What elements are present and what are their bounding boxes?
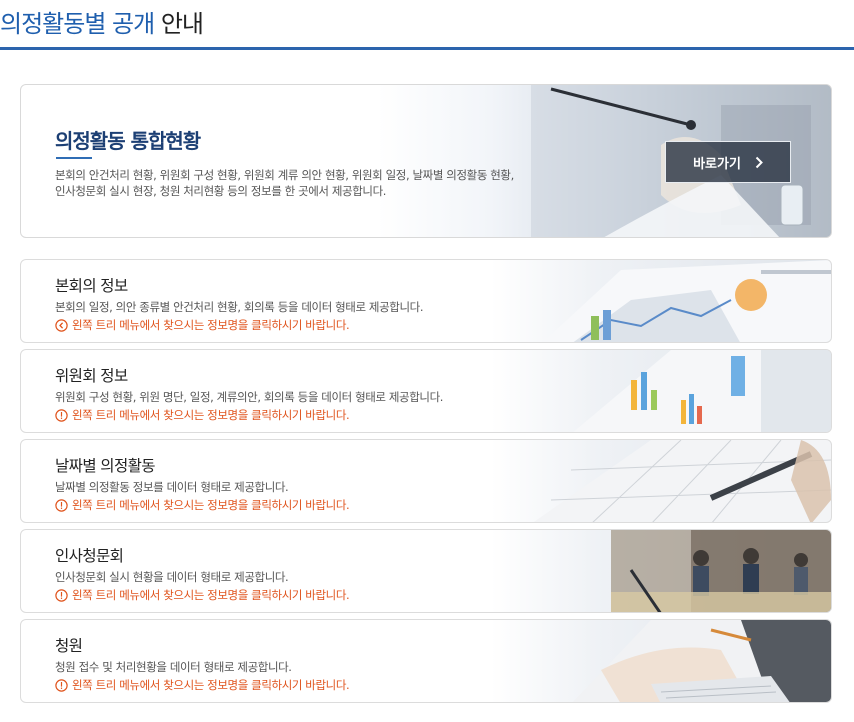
card-title: 본회의 정보 (55, 277, 128, 295)
card-note: 왼쪽 트리 메뉴에서 찾으시는 정보명을 클릭하시기 바랍니다. (55, 587, 350, 603)
exclamation-circle-icon (55, 588, 68, 602)
info-card-hearing[interactable]: 인사청문회 인사청문회 실시 현황을 데이터 형태로 제공합니다. 왼쪽 트리 … (20, 529, 832, 613)
card-description: 인사청문회 실시 현황을 데이터 형태로 제공합니다. (55, 570, 289, 584)
featured-description: 본회의 안건처리 현황, 위원회 구성 현황, 위원회 계류 의안 현황, 위원… (55, 167, 595, 199)
featured-description-line: 인사청문회 실시 현장, 청원 처리현황 등의 정보를 한 곳에서 제공합니다. (55, 184, 387, 198)
card-note: 왼쪽 트리 메뉴에서 찾으시는 정보명을 클릭하시기 바랍니다. (55, 497, 350, 513)
exclamation-circle-icon (55, 678, 68, 692)
featured-card: 의정활동 통합현황 본회의 안건처리 현황, 위원회 구성 현황, 위원회 계류… (20, 84, 832, 238)
goto-button[interactable]: 바로가기 (665, 141, 791, 183)
page-title-accent: 의정활동별 공개 (0, 10, 155, 38)
chevron-right-icon (755, 156, 763, 168)
card-note-text: 왼쪽 트리 메뉴에서 찾으시는 정보명을 클릭하시기 바랍니다. (72, 318, 350, 332)
card-note: 왼쪽 트리 메뉴에서 찾으시는 정보명을 클릭하시기 바랍니다. (55, 407, 350, 423)
card-title: 청원 (55, 637, 83, 655)
page-title-rest: 안내 (160, 10, 204, 38)
arrow-left-circle-icon (55, 318, 68, 332)
card-description: 본회의 일정, 의안 종류별 안건처리 현황, 회의록 등을 데이터 형태로 제… (55, 300, 424, 314)
card-title: 위원회 정보 (55, 367, 128, 385)
featured-title-underline (56, 157, 92, 159)
card-description: 청원 접수 및 처리현황을 데이터 형태로 제공합니다. (55, 660, 292, 674)
info-card-petition[interactable]: 청원 청원 접수 및 처리현황을 데이터 형태로 제공합니다. 왼쪽 트리 메뉴… (20, 619, 832, 703)
featured-description-line: 본회의 안건처리 현황, 위원회 구성 현황, 위원회 계류 의안 현황, 위원… (55, 168, 514, 182)
card-note-text: 왼쪽 트리 메뉴에서 찾으시는 정보명을 클릭하시기 바랍니다. (72, 588, 350, 602)
featured-title: 의정활동 통합현황 (55, 129, 201, 153)
card-title: 날짜별 의정활동 (55, 457, 156, 475)
card-description: 날짜별 의정활동 정보를 데이터 형태로 제공합니다. (55, 480, 289, 494)
title-rule (0, 47, 854, 50)
calendar-photo (533, 440, 831, 522)
hearing-photo (611, 530, 831, 612)
card-note: 왼쪽 트리 메뉴에서 찾으시는 정보명을 클릭하시기 바랍니다. (55, 677, 350, 693)
bar-chart-photo (573, 350, 831, 432)
laptop-photo (572, 620, 831, 702)
info-card-plenary[interactable]: 본회의 정보 본회의 일정, 의안 종류별 안건처리 현황, 회의록 등을 데이… (20, 259, 832, 343)
card-title: 인사청문회 (55, 547, 124, 565)
info-card-daily-activity[interactable]: 날짜별 의정활동 날짜별 의정활동 정보를 데이터 형태로 제공합니다. 왼쪽 … (20, 439, 832, 523)
card-note-text: 왼쪽 트리 메뉴에서 찾으시는 정보명을 클릭하시기 바랍니다. (72, 498, 350, 512)
charts-photo (543, 260, 831, 342)
card-note-text: 왼쪽 트리 메뉴에서 찾으시는 정보명을 클릭하시기 바랍니다. (72, 678, 350, 692)
info-card-committee[interactable]: 위원회 정보 위원회 구성 현황, 위원 명단, 일정, 계류의안, 회의록 등… (20, 349, 832, 433)
page-title: 의정활동별 공개 안내 (0, 8, 204, 40)
card-note: 왼쪽 트리 메뉴에서 찾으시는 정보명을 클릭하시기 바랍니다. (55, 317, 350, 333)
exclamation-circle-icon (55, 408, 68, 422)
goto-button-label: 바로가기 (693, 156, 741, 172)
exclamation-circle-icon (55, 498, 68, 512)
card-note-text: 왼쪽 트리 메뉴에서 찾으시는 정보명을 클릭하시기 바랍니다. (72, 408, 350, 422)
card-description: 위원회 구성 현황, 위원 명단, 일정, 계류의안, 회의록 등을 데이터 형… (55, 390, 444, 404)
